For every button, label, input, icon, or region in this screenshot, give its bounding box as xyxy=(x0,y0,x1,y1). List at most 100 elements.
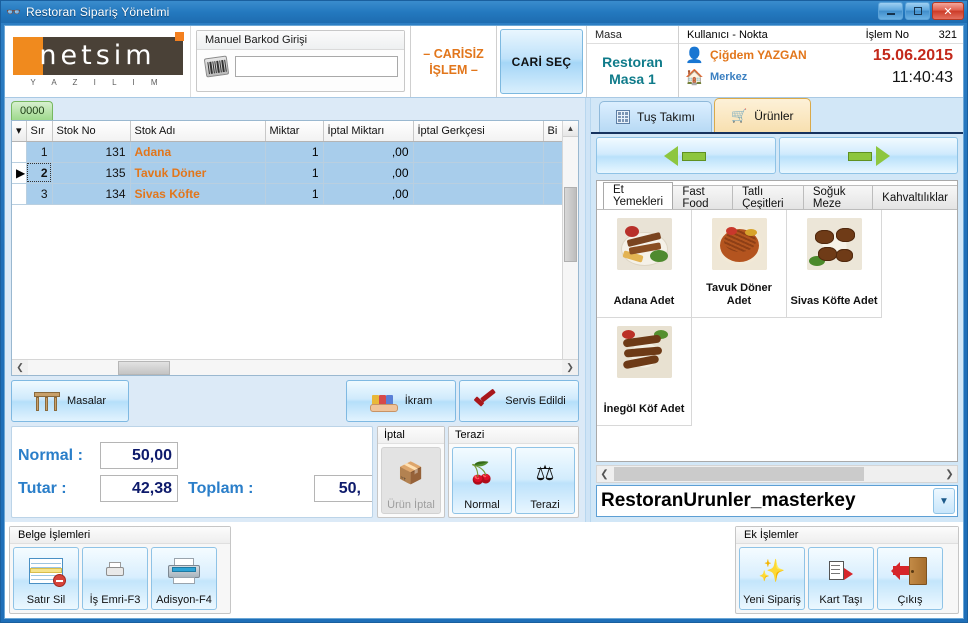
cikis-button[interactable]: Çıkış xyxy=(877,547,943,610)
product-horizontal-scrollbar[interactable]: ❮ ❯ xyxy=(596,465,958,483)
cell-miktar: 1 xyxy=(265,141,324,163)
masa-panel: Masa Restoran Masa 1 xyxy=(587,26,679,97)
tab-urunler[interactable]: 🛒 Ürünler xyxy=(714,98,811,132)
vscroll-track[interactable] xyxy=(563,137,578,359)
adisyon-button[interactable]: Adisyon-F4 xyxy=(151,547,217,610)
column-header-sira[interactable]: Sır xyxy=(26,121,53,142)
inegol-kofte-photo xyxy=(616,326,672,378)
scroll-up-icon[interactable]: ▲ xyxy=(563,121,578,137)
category-tab-fast-food[interactable]: Fast Food xyxy=(672,185,734,210)
satir-sil-button[interactable]: Satır Sil xyxy=(13,547,79,610)
order-grid: ▾ Sır Stok No Stok Adı Miktar İptal Mikt… xyxy=(11,120,579,376)
tab-tus-takimi[interactable]: Tuş Takımı xyxy=(599,101,713,132)
kart-tasi-button[interactable]: Kart Taşı xyxy=(808,547,874,610)
scroll-left-icon[interactable]: ❮ xyxy=(597,469,612,480)
arrow-right-icon xyxy=(846,145,891,166)
action-spacer xyxy=(129,380,346,422)
column-header-miktar[interactable]: Miktar xyxy=(265,121,324,142)
product-name: İnegöl Köf Adet xyxy=(603,403,685,415)
column-header-bi[interactable]: Bi xyxy=(543,121,562,142)
sivas-kofte-photo xyxy=(806,218,862,270)
bottom-spacer xyxy=(235,522,731,618)
yeni-siparis-label: Yeni Sipariş xyxy=(743,594,801,606)
category-tab-soguk-meze[interactable]: Soğuk Meze xyxy=(802,185,874,210)
chicken-doner-photo xyxy=(711,218,767,270)
column-header-stokadi[interactable]: Stok Adı xyxy=(130,121,266,142)
prev-page-button[interactable] xyxy=(596,137,776,174)
cari-sec-button[interactable]: CARİ SEÇ xyxy=(500,29,583,94)
product-tile-inegol-kofte[interactable]: İnegöl Köf Adet xyxy=(597,318,692,426)
product-tile-tavuk-doner[interactable]: Tavuk Döner Adet xyxy=(692,210,787,318)
toplam-value[interactable]: 50, xyxy=(314,475,372,502)
kullanici-label: Kullanıcı - Nokta xyxy=(687,29,768,41)
close-button[interactable]: ✕ xyxy=(932,2,964,20)
cell-stok-no: 134 xyxy=(52,183,131,205)
main-body: 0000 ▾ Sır Stok No Stok Adı Miktar İptal… xyxy=(5,98,963,522)
belge-islemleri-group: Belge İşlemleri Satır Sil İş Emri-F3 Adi… xyxy=(9,526,231,614)
carisiz-line-2: İŞLEM – xyxy=(429,62,478,77)
column-header-iptal-gerekcesi[interactable]: İptal Gerkçesi xyxy=(413,121,544,142)
chevron-down-icon[interactable]: ▼ xyxy=(933,488,955,514)
adana-kebab-photo xyxy=(616,218,672,270)
masterkey-combo[interactable]: RestoranUrunler_masterkey ▼ xyxy=(596,485,958,517)
column-header-stokno[interactable]: Stok No xyxy=(52,121,131,142)
minimize-button[interactable] xyxy=(878,2,903,20)
scroll-left-icon[interactable]: ❮ xyxy=(12,360,28,376)
column-selector[interactable]: ▾ xyxy=(12,121,27,142)
table-row[interactable]: 1 131 Adana 1 ,00 xyxy=(12,141,562,163)
masalar-button[interactable]: Masalar xyxy=(11,380,129,422)
terazi-normal-button[interactable]: 🍒 Normal xyxy=(452,447,512,514)
grid-horizontal-scrollbar[interactable]: ❮ ❯ xyxy=(12,359,578,375)
terazi-button[interactable]: ⚖ Terazi xyxy=(515,447,575,514)
category-tab-tatli-cesitleri[interactable]: Tatlı Çeşitleri xyxy=(732,185,804,210)
cikis-label: Çıkış xyxy=(897,594,923,606)
next-page-button[interactable] xyxy=(778,137,958,174)
scroll-right-icon[interactable]: ❯ xyxy=(562,360,578,376)
hscroll-thumb[interactable] xyxy=(118,360,170,375)
category-tab-kahvaltiliklar[interactable]: Kahvaltılıklar xyxy=(872,185,957,209)
hscroll-track[interactable] xyxy=(28,359,562,375)
cell-sira: 1 xyxy=(26,141,53,163)
cell-iptal-gerekcesi xyxy=(413,183,544,205)
user-avatar-icon: 👤 xyxy=(685,47,704,64)
masalar-button-label: Masalar xyxy=(66,395,107,407)
product-scroll-thumb[interactable] xyxy=(614,467,864,481)
printer-small-icon xyxy=(105,562,125,580)
scroll-right-icon[interactable]: ❯ xyxy=(942,469,957,480)
yeni-siparis-button[interactable]: ✨ Yeni Sipariş xyxy=(739,547,805,610)
logo-subtitle: Y A Z I L I M xyxy=(30,77,165,87)
terazi-group: Terazi 🍒 Normal ⚖ Terazi xyxy=(448,426,579,518)
scale-icon: ⚖ xyxy=(535,461,555,485)
current-date: 15.06.2015 xyxy=(872,47,953,64)
normal-value[interactable]: 50,00 xyxy=(100,442,178,469)
cell-bi xyxy=(543,183,562,205)
tutar-value[interactable]: 42,38 xyxy=(100,475,178,502)
printer-icon xyxy=(167,558,201,584)
tutar-label: Tutar : xyxy=(18,479,67,497)
normal-label: Normal : xyxy=(18,446,83,464)
is-emri-button[interactable]: İş Emri-F3 xyxy=(82,547,148,610)
products-panel: Tuş Takımı 🛒 Ürünler Et Yemekleri Fast F… xyxy=(591,98,963,522)
maximize-button[interactable] xyxy=(905,2,930,20)
product-name: Tavuk Döner Adet xyxy=(706,282,772,307)
home-icon: 🏠 xyxy=(685,69,704,86)
product-name: Sivas Köfte Adet xyxy=(790,295,878,307)
masa-value[interactable]: Restoran Masa 1 xyxy=(587,44,678,97)
urun-iptal-button[interactable]: 📦 Ürün İptal xyxy=(381,447,441,514)
product-tile-adana[interactable]: Adana Adet xyxy=(597,210,692,318)
barcode-input[interactable] xyxy=(235,56,398,77)
category-tab-et-yemekleri[interactable]: Et Yemekleri xyxy=(603,182,674,209)
servis-edildi-button[interactable]: Servis Edildi xyxy=(459,380,579,422)
table-row[interactable]: ▶ 2 135 Tavuk Döner 1 ,00 xyxy=(12,162,562,184)
table-row[interactable]: 3 134 Sivas Köfte 1 ,00 xyxy=(12,183,562,205)
product-scroll-track[interactable] xyxy=(612,467,942,481)
product-tile-sivas-kofte[interactable]: Sivas Köfte Adet xyxy=(787,210,882,318)
column-header-iptal-miktari[interactable]: İptal Miktarı xyxy=(323,121,414,142)
product-browser: Et Yemekleri Fast Food Tatlı Çeşitleri S… xyxy=(596,180,958,462)
grid-vertical-scrollbar[interactable]: ▲ xyxy=(562,121,578,359)
sheet-tab-0000[interactable]: 0000 xyxy=(11,101,54,120)
vscroll-thumb[interactable] xyxy=(564,187,577,262)
application-window: 👓 Restoran Sipariş Yönetimi ✕ netsim Y A… xyxy=(0,0,968,623)
ikram-button[interactable]: İkram xyxy=(346,380,456,422)
cell-iptal-miktari: ,00 xyxy=(323,141,414,163)
